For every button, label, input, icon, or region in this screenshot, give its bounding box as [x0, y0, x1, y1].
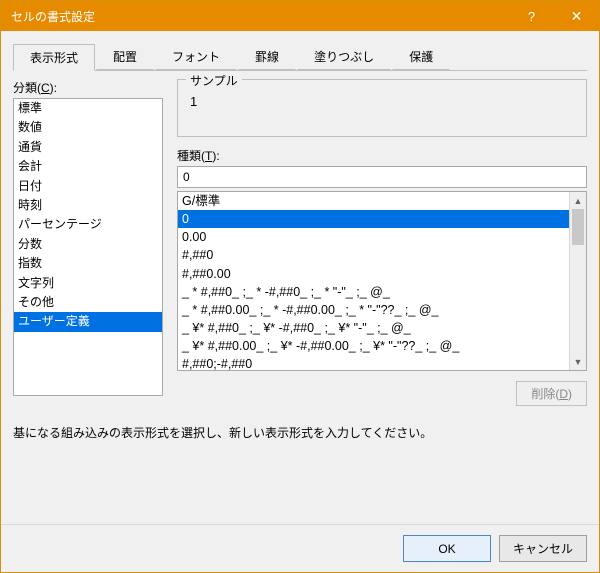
list-item[interactable]: _ ¥* #,##0_ ;_ ¥* -#,##0_ ;_ ¥* "-"_ ;_ …	[178, 319, 569, 337]
list-item[interactable]: その他	[14, 293, 162, 312]
list-item[interactable]: 日付	[14, 177, 162, 196]
list-item[interactable]: _ ¥* #,##0.00_ ;_ ¥* -#,##0.00_ ;_ ¥* "-…	[178, 337, 569, 355]
tab-font[interactable]: フォント	[155, 43, 237, 70]
list-item[interactable]: 文字列	[14, 274, 162, 293]
dialog-footer: OK キャンセル	[1, 524, 599, 572]
scroll-down-icon[interactable]: ▼	[570, 353, 586, 370]
scroll-up-icon[interactable]: ▲	[570, 192, 586, 209]
content-area: 分類(C): 標準 数値 通貨 会計 日付 時刻 パーセンテージ 分数 指数 文…	[1, 71, 599, 524]
close-button[interactable]: ✕	[554, 1, 599, 31]
list-item[interactable]: ユーザー定義	[14, 312, 162, 331]
type-input[interactable]	[177, 166, 587, 188]
sample-value: 1	[190, 94, 576, 109]
list-item[interactable]: 時刻	[14, 196, 162, 215]
list-item[interactable]: 標準	[14, 99, 162, 118]
scroll-track[interactable]	[570, 209, 586, 353]
titlebar: セルの書式設定 ? ✕	[1, 1, 599, 31]
list-item[interactable]: 数値	[14, 118, 162, 137]
type-listbox[interactable]: G/標準 0 0.00 #,##0 #,##0.00 _ * #,##0_ ;_…	[177, 191, 587, 371]
scroll-thumb[interactable]	[572, 209, 584, 245]
list-item[interactable]: #,##0.00	[178, 265, 569, 283]
tab-bar: 表示形式 配置 フォント 罫線 塗りつぶし 保護	[13, 43, 587, 71]
list-item[interactable]: #,##0;-#,##0	[178, 355, 569, 370]
cancel-button[interactable]: キャンセル	[499, 535, 587, 562]
list-item[interactable]: #,##0	[178, 246, 569, 264]
list-item[interactable]: 0	[178, 210, 569, 228]
tab-fill[interactable]: 塗りつぶし	[297, 43, 391, 70]
list-item[interactable]: 分数	[14, 235, 162, 254]
list-item[interactable]: パーセンテージ	[14, 215, 162, 234]
format-cells-dialog: セルの書式設定 ? ✕ 表示形式 配置 フォント 罫線 塗りつぶし 保護 分類(…	[0, 0, 600, 573]
type-label: 種類(T):	[177, 147, 587, 164]
category-label: 分類(C):	[13, 79, 163, 96]
ok-button[interactable]: OK	[403, 535, 491, 562]
hint-text: 基になる組み込みの表示形式を選択し、新しい表示形式を入力してください。	[13, 424, 587, 441]
list-item[interactable]: G/標準	[178, 192, 569, 210]
sample-group: サンプル 1	[177, 79, 587, 137]
list-item[interactable]: 0.00	[178, 228, 569, 246]
list-item[interactable]: _ * #,##0.00_ ;_ * -#,##0.00_ ;_ * "-"??…	[178, 301, 569, 319]
scrollbar[interactable]: ▲ ▼	[569, 192, 586, 370]
list-item[interactable]: 指数	[14, 254, 162, 273]
help-button[interactable]: ?	[509, 1, 554, 31]
delete-button[interactable]: 削除(D)	[516, 381, 587, 406]
tab-number-format[interactable]: 表示形式	[13, 44, 95, 71]
sample-legend: サンプル	[186, 72, 242, 89]
tab-protection[interactable]: 保護	[392, 43, 450, 70]
tab-border[interactable]: 罫線	[238, 43, 296, 70]
category-listbox[interactable]: 標準 数値 通貨 会計 日付 時刻 パーセンテージ 分数 指数 文字列 その他 …	[13, 98, 163, 396]
list-item[interactable]: 会計	[14, 157, 162, 176]
list-item[interactable]: _ * #,##0_ ;_ * -#,##0_ ;_ * "-"_ ;_ @_	[178, 283, 569, 301]
tab-alignment[interactable]: 配置	[96, 43, 154, 70]
window-title: セルの書式設定	[11, 8, 509, 25]
list-item[interactable]: 通貨	[14, 138, 162, 157]
